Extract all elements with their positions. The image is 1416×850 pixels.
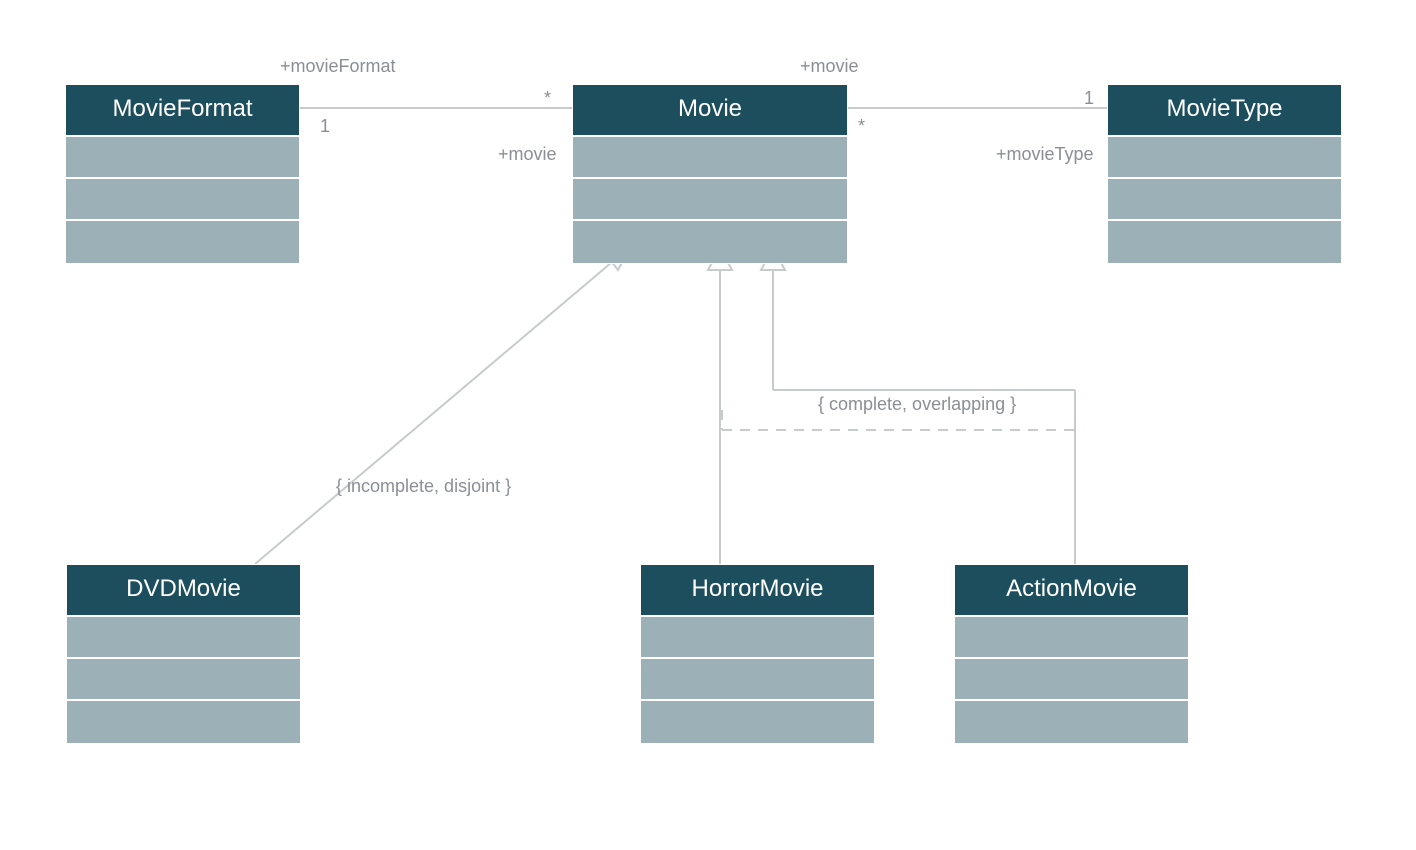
- class-movietype-row2: [1108, 179, 1341, 221]
- label-mult-one-right: 1: [1084, 88, 1094, 109]
- class-movieformat-title: MovieFormat: [66, 85, 299, 137]
- class-movie: Movie: [572, 84, 848, 264]
- class-movietype-row3: [1108, 221, 1341, 263]
- class-actionmovie-title: ActionMovie: [955, 565, 1188, 617]
- class-actionmovie-row3: [955, 701, 1188, 743]
- class-movieformat: MovieFormat: [65, 84, 300, 264]
- label-movieformat-role: +movieFormat: [280, 56, 396, 77]
- constraint-complete-overlapping: { complete, overlapping }: [818, 394, 1016, 415]
- class-horrormovie-title: HorrorMovie: [641, 565, 874, 617]
- label-mult-star-right: *: [858, 116, 865, 137]
- label-mult-star-left: *: [544, 88, 551, 109]
- class-dvdmovie-title: DVDMovie: [67, 565, 300, 617]
- class-movieformat-row1: [66, 137, 299, 179]
- class-movie-row3: [573, 221, 847, 263]
- class-movie-row2: [573, 179, 847, 221]
- label-movie-role-left: +movie: [498, 144, 557, 165]
- class-horrormovie-row3: [641, 701, 874, 743]
- class-dvdmovie-row1: [67, 617, 300, 659]
- class-actionmovie: ActionMovie: [954, 564, 1189, 744]
- label-movietype-role: +movieType: [996, 144, 1094, 165]
- class-dvdmovie: DVDMovie: [66, 564, 301, 744]
- class-movie-title: Movie: [573, 85, 847, 137]
- gen-dvdmovie-movie-line: [255, 257, 618, 564]
- class-movieformat-row2: [66, 179, 299, 221]
- class-dvdmovie-row2: [67, 659, 300, 701]
- class-movietype-row1: [1108, 137, 1341, 179]
- label-mult-one-left: 1: [320, 116, 330, 137]
- class-actionmovie-row2: [955, 659, 1188, 701]
- class-horrormovie-row2: [641, 659, 874, 701]
- class-movie-row1: [573, 137, 847, 179]
- class-horrormovie-row1: [641, 617, 874, 659]
- class-dvdmovie-row3: [67, 701, 300, 743]
- class-movieformat-row3: [66, 221, 299, 263]
- class-movietype: MovieType: [1107, 84, 1342, 264]
- constraint-incomplete-disjoint: { incomplete, disjoint }: [336, 476, 511, 497]
- class-movietype-title: MovieType: [1108, 85, 1341, 137]
- label-movie-role-right: +movie: [800, 56, 859, 77]
- class-actionmovie-row1: [955, 617, 1188, 659]
- class-horrormovie: HorrorMovie: [640, 564, 875, 744]
